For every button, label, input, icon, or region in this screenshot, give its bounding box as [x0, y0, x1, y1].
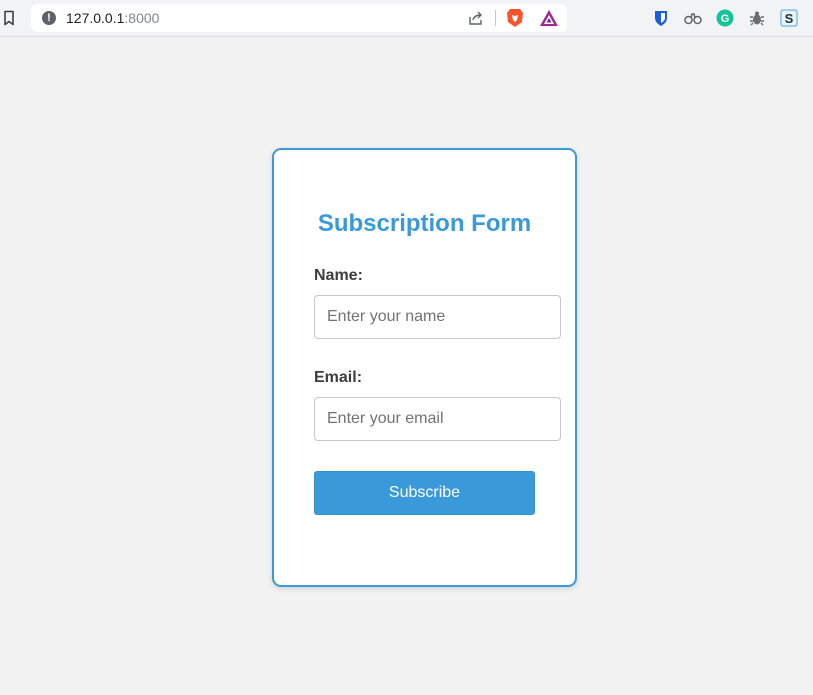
name-input[interactable]	[314, 295, 561, 339]
address-bar[interactable]: ! 127.0.0.1:8000	[31, 4, 567, 32]
bookmark-icon[interactable]	[3, 10, 15, 26]
email-label: Email:	[314, 369, 363, 386]
share-icon[interactable]	[468, 10, 484, 26]
url-port: :8000	[124, 10, 160, 26]
info-icon[interactable]: !	[42, 11, 56, 25]
address-bar-divider	[495, 10, 496, 26]
brave-shields-icon[interactable]	[506, 8, 524, 28]
subscribe-button[interactable]: Subscribe	[314, 471, 535, 515]
bitwarden-icon[interactable]	[652, 9, 670, 27]
subscription-card: Subscription Form Name: Email: Subscribe	[272, 148, 577, 587]
grammarly-icon[interactable]: G	[716, 9, 734, 27]
name-label: Name:	[314, 267, 363, 284]
bug-icon[interactable]	[748, 9, 766, 27]
url-host: 127.0.0.1	[66, 10, 125, 26]
url-text[interactable]: 127.0.0.1:8000	[66, 10, 159, 26]
s-extension-letter: S	[785, 11, 794, 26]
form-title: Subscription Form	[317, 210, 532, 237]
s-extension-icon[interactable]: S	[780, 9, 798, 27]
brave-rewards-icon[interactable]	[539, 9, 559, 27]
grammarly-letter: G	[721, 13, 730, 25]
binoculars-icon[interactable]	[684, 9, 702, 27]
email-input[interactable]	[314, 397, 561, 441]
browser-toolbar: ! 127.0.0.1:8000 G S	[0, 0, 813, 37]
